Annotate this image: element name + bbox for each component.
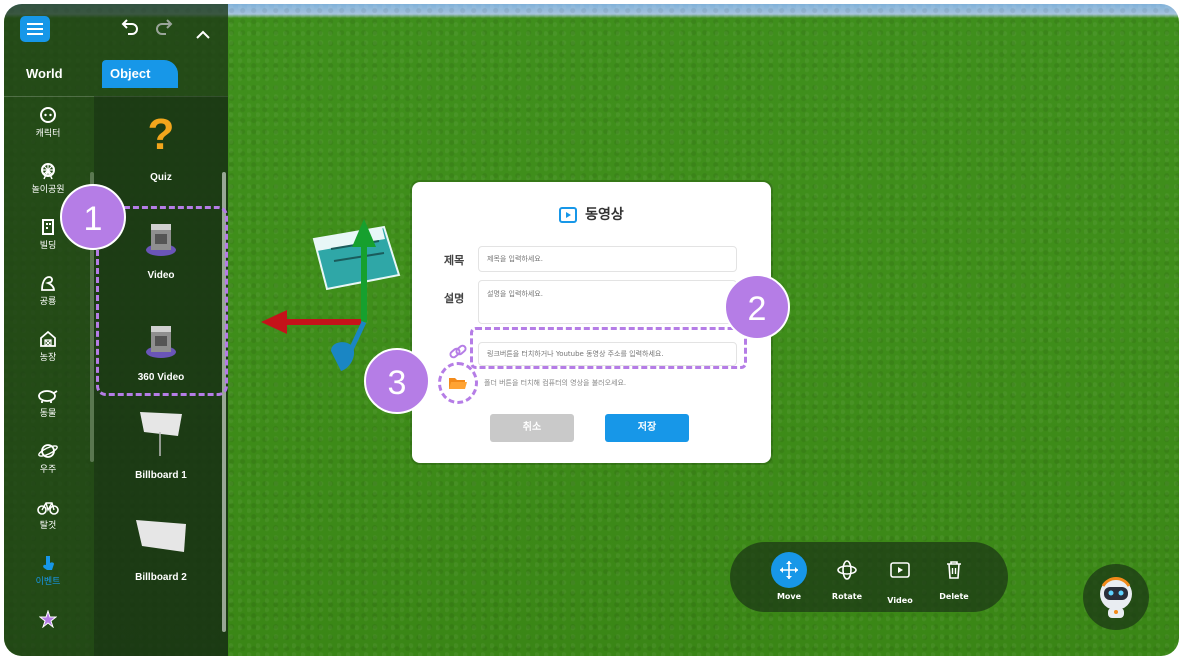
category-space[interactable]: 우주 [4,434,92,490]
category-animal[interactable]: 동물 [4,378,92,434]
video-icon [890,562,910,578]
animal-icon [38,390,58,403]
trash-icon [947,561,961,579]
character-icon [40,107,56,123]
billboard-icon [140,412,182,456]
video-tool[interactable]: Video [875,552,925,605]
question-mark-icon: ? [147,110,175,159]
chevron-up-icon[interactable] [194,26,212,44]
robot-icon [1100,577,1132,618]
callout-highlight-folder [438,362,478,404]
item-quiz[interactable]: ? Quiz [94,106,228,202]
star-icon [39,610,57,628]
item-billboard-2[interactable]: Billboard 2 [94,506,228,602]
video-label: Video [887,596,913,605]
rotate-label: Rotate [831,592,863,601]
rotate-icon [837,560,857,580]
dialog-title-text: 동영상 [585,207,624,223]
world-viewport[interactable]: World Object 캐릭터 놀이공원 빌딩 공룡 농장 동물 우주 탈것 … [4,4,1179,656]
category-label: 동물 [39,409,57,419]
assistant-robot-button[interactable] [1083,564,1149,630]
category-character[interactable]: 캐릭터 [4,98,92,154]
category-label: 캐릭터 [35,129,61,139]
category-more[interactable] [4,602,92,656]
cancel-button[interactable]: 취소 [490,414,574,442]
category-label: 이벤트 [35,577,61,587]
category-farm[interactable]: 농장 [4,322,92,378]
dialog-title: 동영상 [412,204,771,224]
description-label: 설명 [444,292,465,305]
redo-icon[interactable] [154,16,176,38]
sidebar-tabs: World Object [4,60,228,97]
move-label: Move [776,592,802,601]
sidebar-topbar [4,4,228,58]
move-icon [780,561,798,579]
bicycle-icon [37,502,59,515]
title-input[interactable] [478,246,737,272]
category-dinosaur[interactable]: 공룡 [4,266,92,322]
category-label: 공룡 [39,297,57,307]
building-icon [42,219,54,235]
menu-button[interactable] [20,16,50,42]
description-input[interactable] [478,280,737,324]
callout-badge-1: 1 [60,184,126,250]
save-button[interactable]: 저장 [605,414,689,442]
category-label: 탈것 [39,521,57,531]
tab-object[interactable]: Object [102,60,178,88]
category-event[interactable]: 이벤트 [4,546,92,602]
category-vehicle[interactable]: 탈것 [4,490,92,546]
link-icon[interactable] [448,342,468,362]
title-label: 제목 [444,254,465,267]
category-label: 우주 [39,465,57,475]
tab-world[interactable]: World [26,60,63,88]
item-label: Quiz [150,172,172,183]
dinosaur-icon [41,276,55,291]
callout-badge-3: 3 [364,348,430,414]
category-label: 농장 [39,353,57,363]
callout-highlight-link-input [470,327,747,369]
object-toolbar: Move Rotate Video Delete [730,542,1008,612]
category-list: 캐릭터 놀이공원 빌딩 공룡 농장 동물 우주 탈것 이벤트 [4,98,92,656]
item-billboard-1[interactable]: Billboard 1 [94,404,228,500]
billboard-icon [136,520,186,552]
video-icon [559,207,578,223]
ferris-wheel-icon [41,163,55,180]
undo-icon[interactable] [118,16,140,38]
planet-icon [38,444,58,458]
item-label: Billboard 2 [135,572,187,583]
rotate-tool[interactable]: Rotate [822,552,872,601]
delete-tool[interactable]: Delete [929,552,979,601]
folder-hint: 폴더 버튼을 터치해 컴퓨터의 영상을 불러오세요. [484,379,627,387]
callout-badge-2: 2 [724,274,790,340]
move-tool[interactable]: Move [764,552,814,601]
farm-icon [40,330,56,347]
item-label: Billboard 1 [135,470,187,481]
delete-label: Delete [939,592,969,601]
event-icon [43,556,54,570]
clapperboard-object[interactable] [312,225,401,291]
video-dialog: 동영상 제목 설명 폴더 버튼을 터치해 컴퓨터의 영상을 불러오세요. 취소 … [412,182,771,463]
